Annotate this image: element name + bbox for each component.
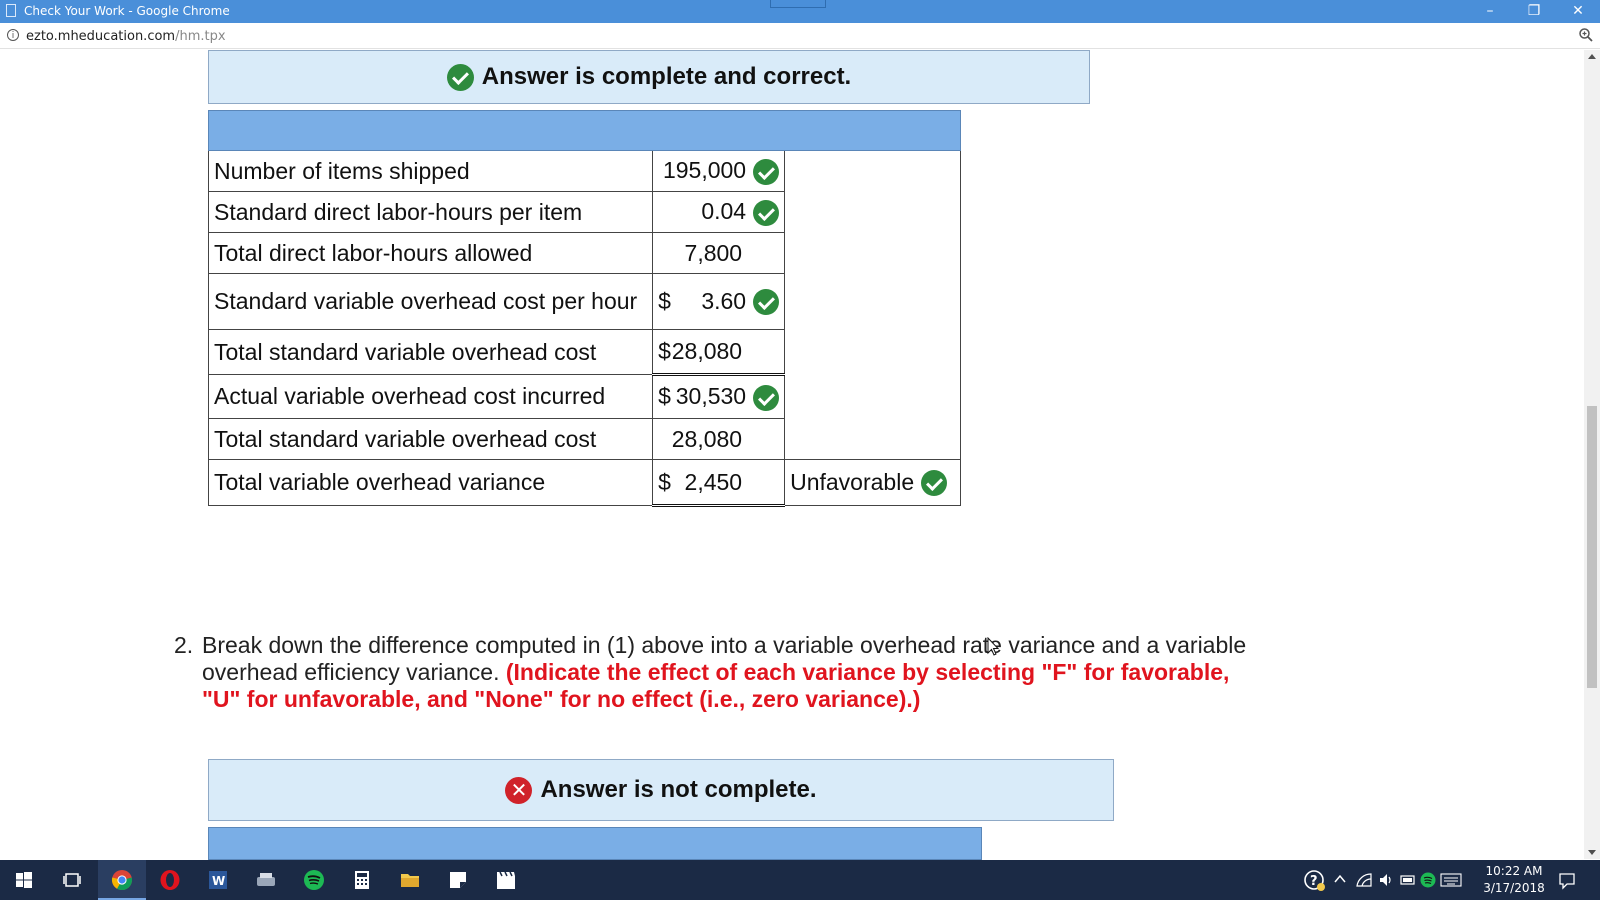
empty-cell	[784, 150, 961, 460]
error-x-icon: ✕	[505, 776, 533, 804]
taskbar-calculator[interactable]	[338, 860, 386, 900]
row-label: Actual variable overhead cost incurred	[207, 374, 654, 419]
answer-cell[interactable]: 195,000	[652, 150, 786, 192]
chevron-up-icon[interactable]	[1334, 874, 1346, 884]
clock-date: 3/17/2018	[1483, 881, 1545, 895]
svg-text:W: W	[212, 874, 225, 888]
computed-cell: 7,800	[652, 232, 786, 274]
sticky-notes-icon	[450, 872, 466, 888]
volume-icon[interactable]	[1378, 872, 1394, 888]
taskbar-scanner[interactable]	[242, 860, 290, 900]
table-row: Total variable overhead variance $2,450 …	[207, 459, 961, 507]
row-label: Total standard variable overhead cost	[207, 329, 654, 375]
movies-icon	[497, 871, 515, 889]
window-title-bar: Check Your Work - Google Chrome – ❐ ✕	[0, 0, 1600, 23]
calculator-icon	[355, 871, 369, 889]
computed-cell: 28,080	[652, 418, 786, 460]
title-drag-grip[interactable]	[770, 0, 826, 8]
answer-cell[interactable]: $30,530	[652, 374, 786, 419]
scanner-icon	[257, 873, 275, 886]
effect-cell[interactable]: Unfavorable	[784, 459, 961, 506]
window-title: Check Your Work - Google Chrome	[24, 4, 230, 18]
check-icon	[753, 199, 780, 226]
question-number: 2.	[174, 632, 194, 658]
url-text[interactable]: ezto.mheducation.com/hm.tpx	[26, 29, 226, 44]
table-header-row	[208, 110, 961, 151]
task-view-button[interactable]	[48, 860, 96, 900]
scrollbar-thumb[interactable]	[1587, 406, 1597, 688]
svg-text:?: ?	[1310, 874, 1318, 889]
vertical-scrollbar[interactable]	[1584, 50, 1600, 859]
table-row: Number of items shipped 195,000	[207, 150, 961, 460]
computed-cell: $28,080	[652, 329, 786, 376]
banner-text: Answer is not complete.	[540, 776, 817, 803]
variance-table: Number of items shipped 195,000 Standard…	[207, 110, 961, 507]
check-icon	[753, 158, 780, 185]
notifications-icon[interactable]	[1558, 872, 1576, 890]
spotify-tray-icon[interactable]	[1420, 872, 1436, 888]
check-circle-icon	[446, 63, 474, 91]
word-icon: W	[209, 871, 227, 889]
row-label: Total direct labor-hours allowed	[207, 232, 654, 274]
site-info-icon[interactable]: i	[7, 29, 19, 41]
taskbar: W ? 10:22 AM 3/17/2018	[0, 860, 1600, 900]
row-label: Total variable overhead variance	[207, 459, 654, 506]
taskbar-movies[interactable]	[482, 860, 530, 900]
task-view-icon	[63, 873, 81, 887]
chrome-icon	[111, 870, 133, 891]
check-icon	[921, 470, 948, 497]
banner-text: Answer is complete and correct.	[481, 63, 852, 90]
answer-cell[interactable]: $3.60	[652, 273, 786, 330]
opera-icon	[160, 870, 180, 890]
system-tray: ?	[1300, 860, 1462, 900]
help-icon[interactable]: ?	[1304, 870, 1326, 892]
scroll-up-icon[interactable]	[1588, 54, 1596, 59]
clock[interactable]: 10:22 AM 3/17/2018	[1478, 860, 1550, 903]
taskbar-spotify[interactable]	[290, 860, 338, 900]
minimize-button[interactable]: –	[1468, 0, 1512, 23]
computed-cell: $2,450	[652, 459, 786, 507]
check-icon	[753, 289, 780, 316]
start-button[interactable]	[0, 860, 48, 900]
zoom-icon[interactable]	[1578, 27, 1594, 43]
row-label: Number of items shipped	[207, 150, 654, 192]
close-button[interactable]: ✕	[1556, 0, 1600, 23]
taskbar-word[interactable]: W	[194, 860, 242, 900]
taskbar-file-explorer[interactable]	[386, 860, 434, 900]
taskbar-chrome[interactable]	[98, 860, 146, 900]
table-2-header	[208, 827, 982, 860]
clock-time: 10:22 AM	[1485, 864, 1543, 878]
page-icon	[6, 4, 16, 17]
row-label: Standard direct labor-hours per item	[207, 191, 654, 233]
mouse-cursor-icon	[987, 637, 999, 656]
battery-icon[interactable]	[1400, 873, 1416, 887]
answer-cell[interactable]: 0.04	[652, 191, 786, 233]
wifi-icon[interactable]	[1356, 872, 1372, 888]
row-label: Total standard variable overhead cost	[207, 418, 654, 460]
scroll-down-icon[interactable]	[1588, 850, 1596, 855]
file-explorer-icon	[401, 874, 419, 887]
address-bar[interactable]: i ezto.mheducation.com/hm.tpx	[0, 23, 1600, 49]
windows-icon	[16, 872, 32, 888]
answer-correct-banner: Answer is complete and correct.	[208, 50, 1090, 104]
taskbar-sticky-notes[interactable]	[434, 860, 482, 900]
restore-button[interactable]: ❐	[1512, 0, 1556, 23]
taskbar-opera[interactable]	[146, 860, 194, 900]
answer-incomplete-banner: ✕ Answer is not complete.	[208, 759, 1114, 821]
check-icon	[753, 384, 780, 411]
row-label: Standard variable overhead cost per hour	[207, 273, 654, 330]
keyboard-icon[interactable]	[1440, 873, 1462, 887]
spotify-icon	[304, 870, 324, 890]
